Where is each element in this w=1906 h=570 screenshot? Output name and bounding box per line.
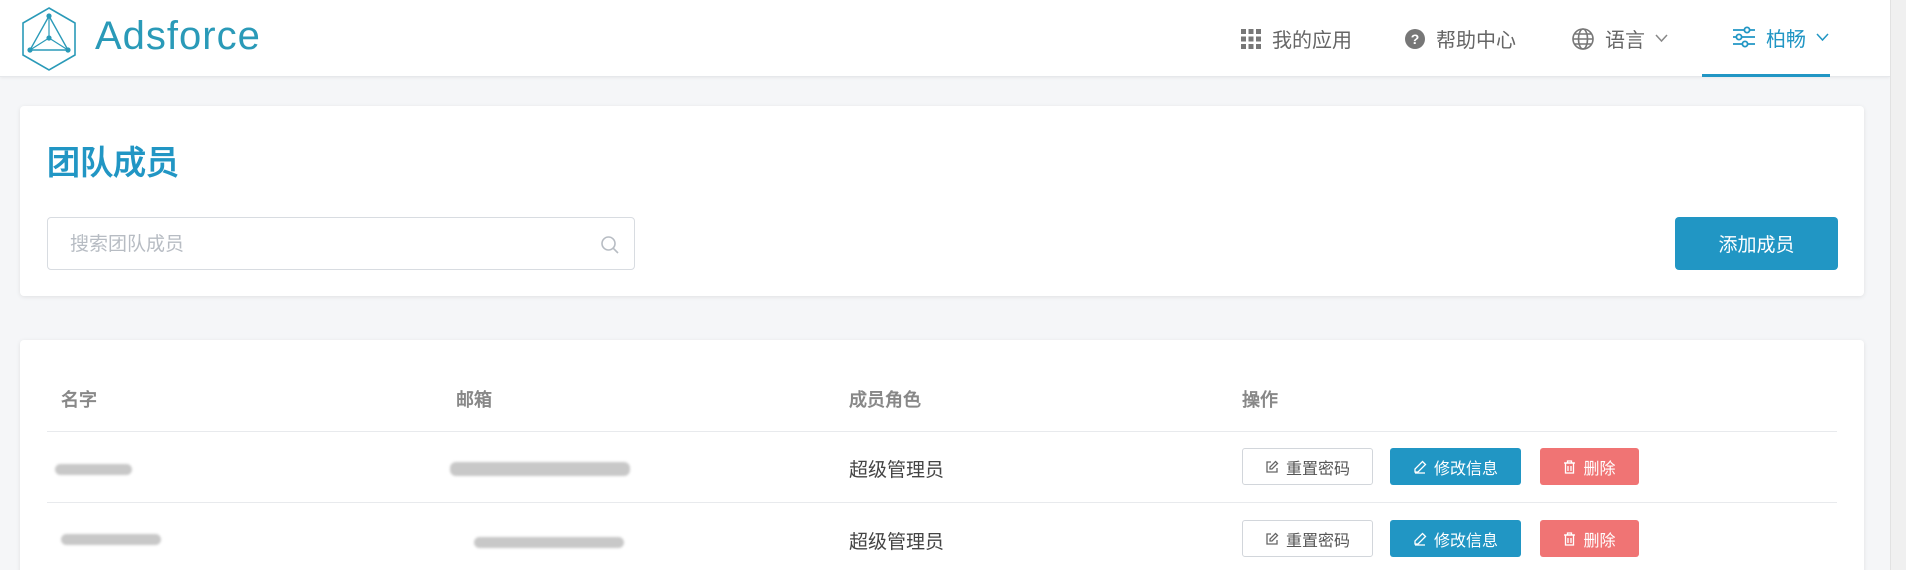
nav-my-apps[interactable]: 我的应用	[1240, 0, 1352, 77]
search-box	[47, 217, 635, 270]
redacted-name	[61, 534, 161, 545]
edit-info-label: 修改信息	[1433, 530, 1498, 550]
nav-language-label: 语言	[1605, 28, 1645, 52]
members-table-card: 名字 邮箱 成员角色 操作 超级管理员 重置密码 修改信息 删除 超级管理员 重…	[20, 340, 1864, 570]
delete-button[interactable]: 删除	[1540, 520, 1639, 557]
settings-sliders-icon	[1732, 26, 1756, 48]
edit-info-button[interactable]: 修改信息	[1390, 520, 1521, 557]
globe-icon	[1571, 27, 1595, 51]
pen-icon	[1413, 460, 1427, 474]
column-header-email: 邮箱	[456, 390, 492, 411]
page-scrollbar[interactable]	[1890, 0, 1906, 570]
delete-label: 删除	[1583, 458, 1616, 478]
table-header-divider	[47, 431, 1837, 432]
redacted-email	[474, 537, 624, 548]
delete-label: 删除	[1583, 530, 1616, 550]
page-title: 团队成员	[47, 143, 179, 182]
nav-help-center-label: 帮助中心	[1436, 28, 1516, 52]
reset-password-label: 重置密码	[1285, 530, 1350, 550]
top-navigation-bar: Adsforce 我的应用 ? 帮助中心 语言 柏畅	[0, 0, 1890, 77]
edit-info-button[interactable]: 修改信息	[1390, 448, 1521, 485]
edit-square-icon	[1265, 532, 1279, 546]
nav-my-apps-label: 我的应用	[1272, 28, 1352, 52]
reset-password-button[interactable]: 重置密码	[1242, 520, 1373, 557]
nav-user-label: 柏畅	[1766, 26, 1806, 51]
reset-password-label: 重置密码	[1285, 458, 1350, 478]
reset-password-button[interactable]: 重置密码	[1242, 448, 1373, 485]
help-icon: ?	[1404, 28, 1426, 50]
search-input[interactable]	[48, 218, 634, 269]
member-role: 超级管理员	[849, 459, 945, 481]
logo-icon[interactable]	[20, 6, 78, 72]
add-member-button[interactable]: 添加成员	[1675, 217, 1838, 270]
chevron-down-icon	[1655, 34, 1668, 43]
member-role: 超级管理员	[849, 531, 945, 553]
search-icon[interactable]	[600, 235, 620, 259]
column-header-role: 成员角色	[849, 390, 921, 411]
trash-icon	[1563, 459, 1576, 474]
brand-name[interactable]: Adsforce	[95, 14, 261, 59]
trash-icon	[1563, 531, 1576, 546]
team-header-card: 团队成员 添加成员	[20, 106, 1864, 296]
edit-square-icon	[1265, 460, 1279, 474]
nav-language[interactable]: 语言	[1571, 0, 1668, 77]
redacted-name	[55, 464, 132, 475]
column-header-name: 名字	[61, 390, 97, 411]
nav-user-menu[interactable]: 柏畅	[1702, 0, 1830, 77]
column-header-actions: 操作	[1242, 390, 1278, 411]
nav-help-center[interactable]: ? 帮助中心	[1404, 0, 1516, 77]
chevron-down-icon	[1816, 32, 1829, 42]
svg-text:?: ?	[1411, 31, 1420, 47]
row-divider	[47, 502, 1837, 503]
apps-grid-icon	[1240, 28, 1262, 50]
delete-button[interactable]: 删除	[1540, 448, 1639, 485]
redacted-email	[450, 462, 630, 476]
pen-icon	[1413, 532, 1427, 546]
edit-info-label: 修改信息	[1433, 458, 1498, 478]
